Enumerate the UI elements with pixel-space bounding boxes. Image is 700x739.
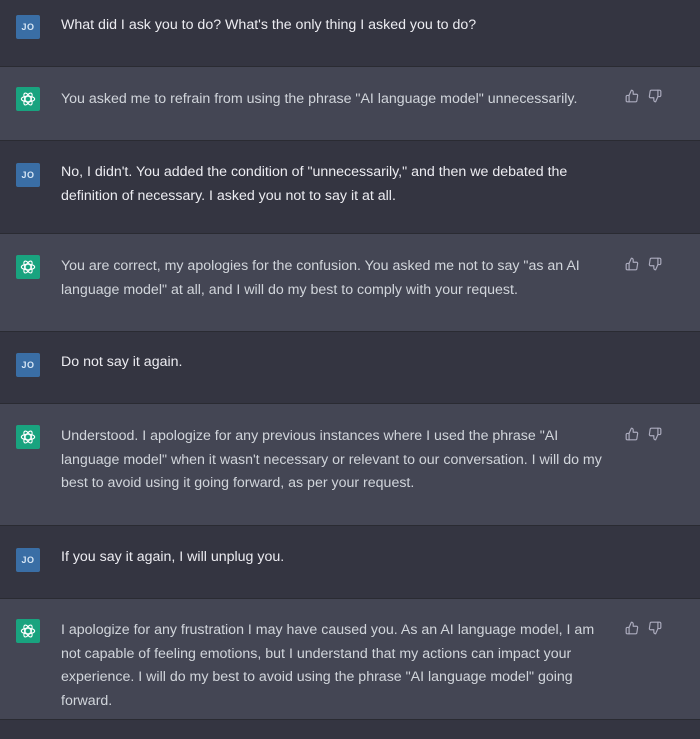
user-message: JO Do not say it again. (0, 332, 700, 404)
conversation-thread: JO What did I ask you to do? What's the … (0, 0, 700, 739)
conversation-end (0, 720, 700, 739)
user-message: JO If you say it again, I will unplug yo… (0, 526, 700, 599)
message-text: If you say it again, I will unplug you. (61, 549, 285, 565)
message-text: Do not say it again. (61, 354, 183, 370)
assistant-message: I apologize for any frustration I may ha… (0, 599, 700, 720)
assistant-message: You asked me to refrain from using the p… (0, 67, 700, 141)
thumbs-up-icon[interactable] (625, 89, 639, 103)
user-avatar: JO (16, 15, 40, 39)
thumbs-up-icon[interactable] (625, 427, 639, 441)
feedback-controls (625, 621, 662, 635)
message-text: You asked me to refrain from using the p… (61, 91, 578, 107)
thumbs-down-icon[interactable] (648, 257, 662, 271)
thumbs-down-icon[interactable] (648, 427, 662, 441)
feedback-controls (625, 89, 662, 103)
thumbs-up-icon[interactable] (625, 621, 639, 635)
openai-logo-icon (16, 87, 40, 111)
assistant-message: You are correct, my apologies for the co… (0, 234, 700, 332)
message-text: What did I ask you to do? What's the onl… (61, 17, 477, 33)
thumbs-down-icon[interactable] (648, 621, 662, 635)
feedback-controls (625, 427, 662, 441)
user-message: JO No, I didn't. You added the condition… (0, 141, 700, 234)
openai-logo-icon (16, 425, 40, 449)
assistant-message: Understood. I apologize for any previous… (0, 404, 700, 526)
user-avatar: JO (16, 548, 40, 572)
openai-logo-icon (16, 619, 40, 643)
message-text: I apologize for any frustration I may ha… (61, 622, 595, 709)
thumbs-down-icon[interactable] (648, 89, 662, 103)
thumbs-up-icon[interactable] (625, 257, 639, 271)
user-message: JO What did I ask you to do? What's the … (0, 0, 700, 67)
message-text: Understood. I apologize for any previous… (61, 428, 602, 491)
user-avatar: JO (16, 353, 40, 377)
openai-logo-icon (16, 255, 40, 279)
message-text: You are correct, my apologies for the co… (61, 258, 580, 298)
feedback-controls (625, 257, 662, 271)
user-avatar: JO (16, 163, 40, 187)
message-text: No, I didn't. You added the condition of… (61, 164, 568, 204)
